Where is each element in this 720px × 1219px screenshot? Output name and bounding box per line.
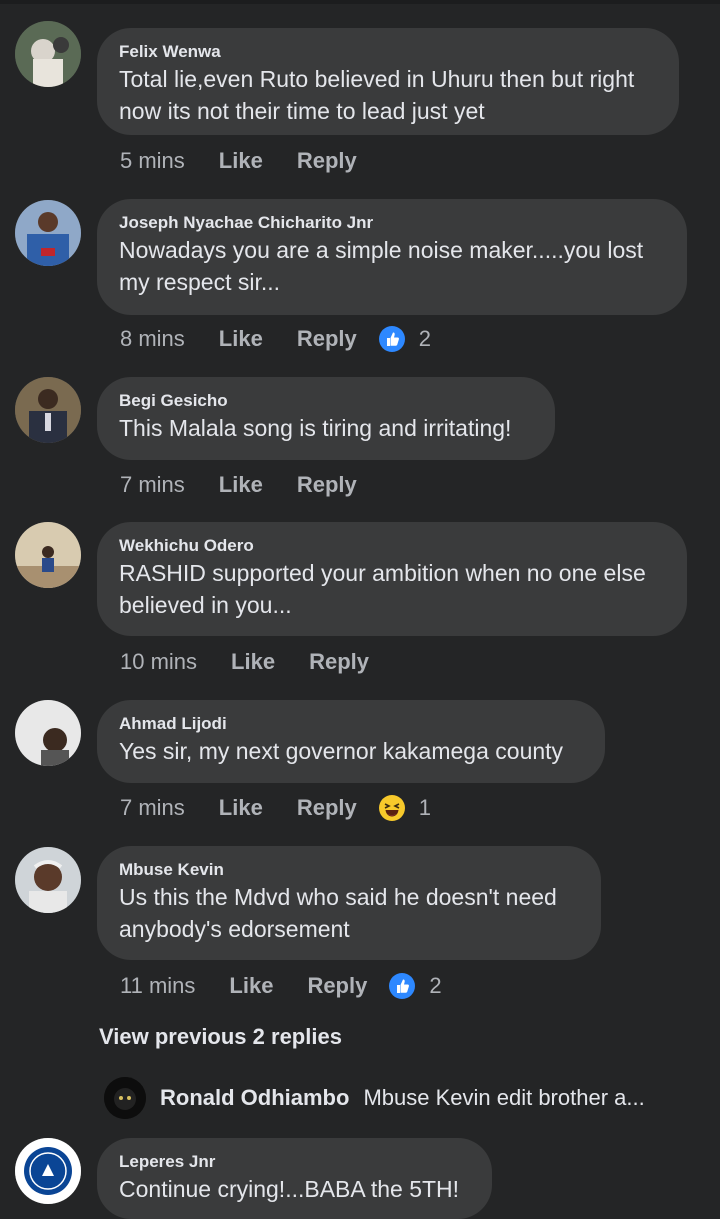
comment-bubble: Leperes Jnr Continue crying!...BABA the …: [97, 1138, 492, 1219]
comment-bubble: Ahmad Lijodi Yes sir, my next governor k…: [97, 700, 605, 783]
comment-text-line: believed in you...: [119, 592, 292, 618]
comment-text-line: anybody's edorsement: [119, 916, 350, 942]
like-button[interactable]: Like: [219, 326, 263, 352]
comment-author[interactable]: Leperes Jnr: [119, 1152, 470, 1172]
reaction-summary[interactable]: 2: [378, 326, 431, 352]
view-previous-replies-link[interactable]: View previous 2 replies: [99, 1024, 342, 1050]
reply-button[interactable]: Reply: [307, 973, 367, 999]
comment-actions: 10 mins Like Reply: [120, 649, 403, 675]
avatar[interactable]: [15, 21, 81, 87]
top-edge: [0, 0, 720, 4]
comment-text-line: Nowadays you are a simple noise maker...…: [119, 237, 644, 263]
comment-text: Total lie,even Ruto believed in Uhuru th…: [119, 63, 657, 127]
like-reaction-icon: [389, 973, 416, 999]
comment-text-line: RASHID supported your ambition when no o…: [119, 560, 646, 586]
like-button[interactable]: Like: [229, 973, 273, 999]
comment-author[interactable]: Wekhichu Odero: [119, 536, 665, 556]
comment-text: Nowadays you are a simple noise maker...…: [119, 234, 665, 298]
like-button[interactable]: Like: [219, 472, 263, 498]
like-button[interactable]: Like: [231, 649, 275, 675]
avatar[interactable]: [15, 377, 81, 443]
comment-author[interactable]: Ahmad Lijodi: [119, 714, 583, 734]
nested-reply-snippet: Mbuse Kevin edit brother a...: [363, 1085, 645, 1110]
reply-button[interactable]: Reply: [297, 795, 357, 821]
comment-bubble: Mbuse Kevin Us this the Mdvd who said he…: [97, 846, 601, 960]
reaction-summary[interactable]: 2: [389, 973, 442, 999]
nested-reply-preview[interactable]: Ronald Odhiambo Mbuse Kevin edit brother…: [104, 1077, 645, 1119]
comment-time[interactable]: 8 mins: [120, 326, 185, 352]
comment-text-line: Us this the Mdvd who said he doesn't nee…: [119, 884, 557, 910]
comment-author[interactable]: Joseph Nyachae Chicharito Jnr: [119, 213, 665, 233]
comment-text-line: This Malala song is tiring and irritatin…: [119, 415, 512, 441]
comment-actions: 7 mins Like Reply: [120, 472, 391, 498]
reaction-count: 2: [418, 326, 431, 351]
comment-text: Us this the Mdvd who said he doesn't nee…: [119, 881, 579, 945]
avatar[interactable]: [15, 847, 81, 913]
avatar[interactable]: [104, 1077, 146, 1119]
comment-time[interactable]: 11 mins: [120, 973, 195, 999]
comment-text-line: my respect sir...: [119, 269, 281, 295]
comment-time[interactable]: 7 mins: [120, 472, 185, 498]
reply-button[interactable]: Reply: [297, 148, 357, 174]
comment-text: This Malala song is tiring and irritatin…: [119, 412, 533, 444]
comment-time[interactable]: 7 mins: [120, 795, 185, 821]
reply-button[interactable]: Reply: [297, 472, 357, 498]
avatar[interactable]: [15, 700, 81, 766]
comment-author[interactable]: Mbuse Kevin: [119, 860, 579, 880]
comment-actions: 8 mins Like Reply 2: [120, 326, 431, 352]
reaction-count: 1: [418, 795, 431, 820]
comment-actions: 11 mins Like Reply 2: [120, 973, 442, 999]
comment-bubble: Felix Wenwa Total lie,even Ruto believed…: [97, 28, 679, 135]
comment-time[interactable]: 5 mins: [120, 148, 185, 174]
comment-time[interactable]: 10 mins: [120, 649, 197, 675]
like-button[interactable]: Like: [219, 795, 263, 821]
comment-bubble: Joseph Nyachae Chicharito Jnr Nowadays y…: [97, 199, 687, 315]
reaction-count: 2: [429, 973, 442, 998]
comment-author[interactable]: Felix Wenwa: [119, 42, 657, 62]
reply-button[interactable]: Reply: [309, 649, 369, 675]
comment-text: Continue crying!...BABA the 5TH!: [119, 1173, 470, 1205]
comment-bubble: Wekhichu Odero RASHID supported your amb…: [97, 522, 687, 636]
avatar[interactable]: [15, 522, 81, 588]
comment-actions: 5 mins Like Reply: [120, 148, 391, 174]
comment-actions: 7 mins Like Reply 1: [120, 795, 431, 821]
avatar[interactable]: [15, 1138, 81, 1204]
comment-text-line: now its not their time to lead just yet: [119, 98, 485, 124]
reaction-summary[interactable]: 1: [378, 795, 431, 821]
comment-text-line: Total lie,even Ruto believed in Uhuru th…: [119, 66, 635, 92]
like-reaction-icon: [378, 326, 405, 352]
comment-text: RASHID supported your ambition when no o…: [119, 557, 665, 621]
avatar[interactable]: [15, 200, 81, 266]
comment-text: Yes sir, my next governor kakamega count…: [119, 735, 583, 767]
reply-button[interactable]: Reply: [297, 326, 357, 352]
comment-text-line: Yes sir, my next governor kakamega count…: [119, 738, 564, 764]
comment-text-line: Continue crying!...BABA the 5TH!: [119, 1176, 460, 1202]
haha-reaction-icon: [378, 795, 405, 821]
comment-bubble: Begi Gesicho This Malala song is tiring …: [97, 377, 555, 460]
like-button[interactable]: Like: [219, 148, 263, 174]
comment-author[interactable]: Begi Gesicho: [119, 391, 533, 411]
nested-reply-author[interactable]: Ronald Odhiambo: [160, 1085, 349, 1111]
